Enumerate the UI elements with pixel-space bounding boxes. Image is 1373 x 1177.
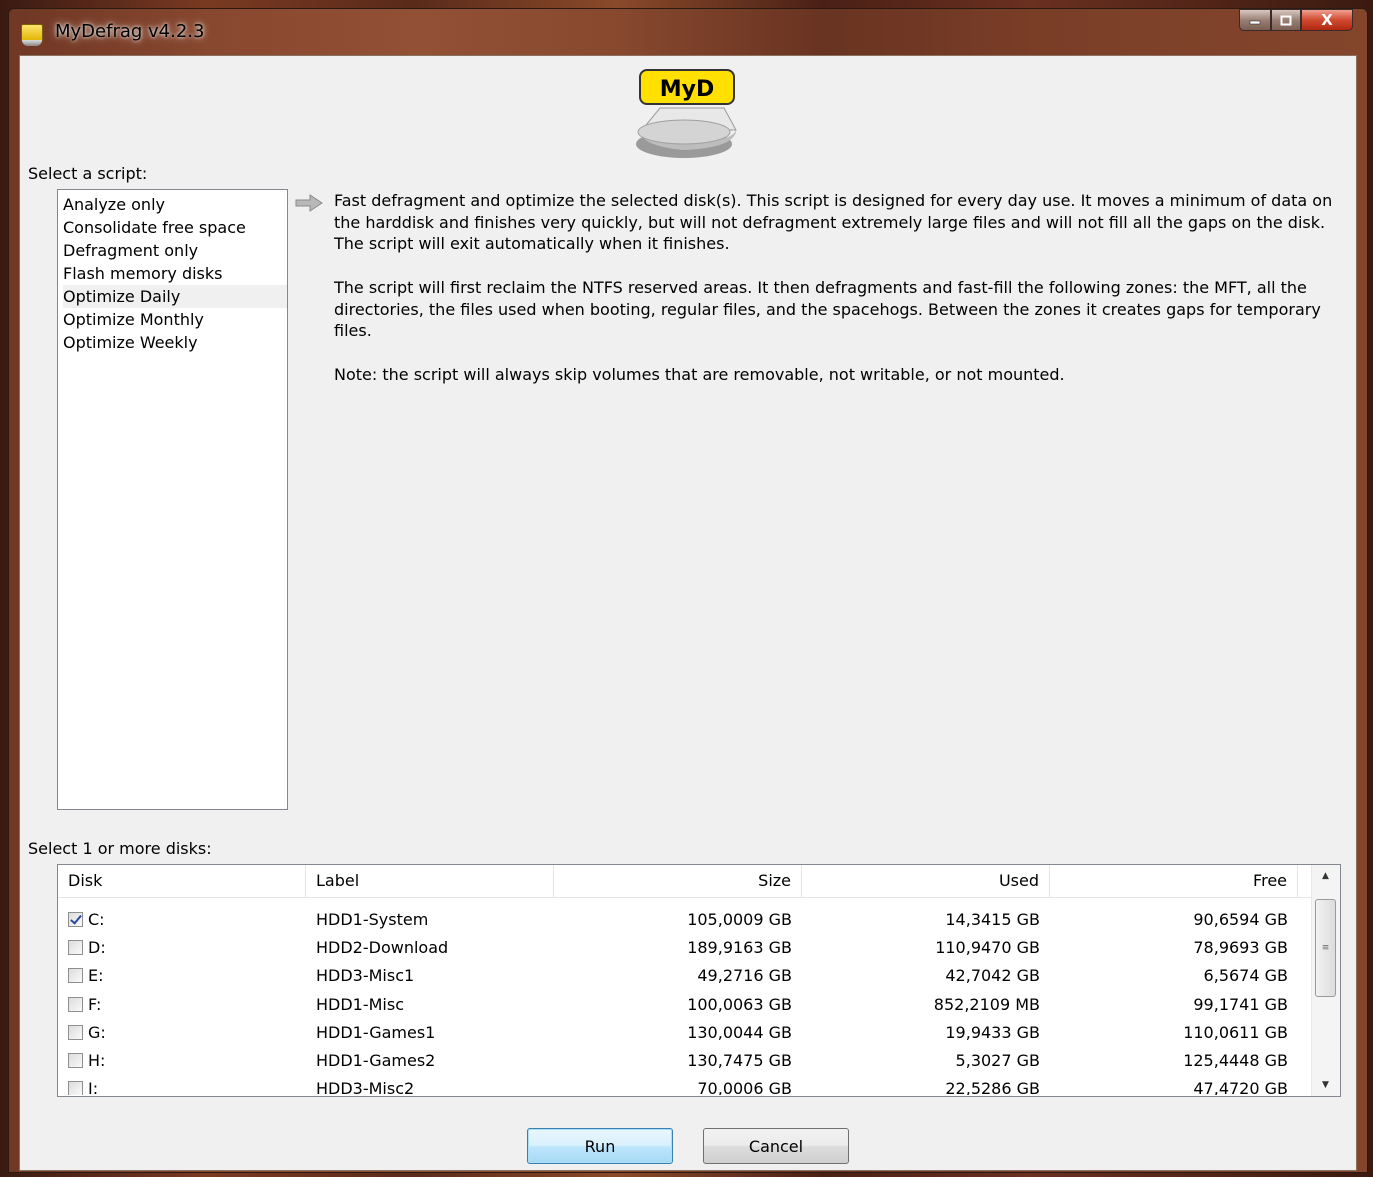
disk-size-cell: 70,0006 GB (697, 1079, 792, 1095)
table-body: C: HDD1-System 105,0009 GB 14,3415 GB 90,659… (58, 905, 1313, 1095)
close-icon: X (1321, 11, 1333, 29)
table-row[interactable]: D: HDD2-Download 189,9163 GB 110,9470 GB 78,… (58, 933, 1313, 961)
script-item-defragment-only[interactable]: Defragment only (63, 239, 287, 262)
column-header-disk[interactable]: Disk (58, 865, 306, 897)
disk-label-cell: HDD1-System (316, 909, 429, 929)
disk-letter: F: (88, 994, 102, 1014)
script-item-flash-memory-disks[interactable]: Flash memory disks (63, 262, 287, 285)
disk-table[interactable]: Disk Label Size Used Free C: HDD1-System 1… (57, 864, 1341, 1097)
disk-checkbox[interactable] (68, 939, 83, 955)
disk-used-cell: 19,9433 GB (945, 1022, 1040, 1042)
arrow-right-icon (295, 194, 323, 212)
disk-letter: H: (88, 1051, 106, 1071)
disk-used-cell: 42,7042 GB (945, 966, 1040, 986)
disk-used-cell: 110,9470 GB (935, 937, 1040, 957)
script-list[interactable]: Analyze only Consolidate free space Defr… (57, 189, 288, 810)
minimize-button[interactable] (1239, 9, 1271, 31)
disk-cell: D: (58, 938, 306, 957)
description-paragraph: Fast defragment and optimize the selecte… (334, 191, 1333, 254)
script-item-consolidate-free-space[interactable]: Consolidate free space (63, 216, 287, 239)
disk-used-cell: 852,2109 MB (933, 994, 1040, 1014)
disk-label-cell: HDD1-Games1 (316, 1022, 436, 1042)
disk-cell: F: (58, 995, 306, 1014)
disk-used-cell: 22,5286 GB (945, 1079, 1040, 1095)
disk-free-cell: 110,0611 GB (1183, 1022, 1288, 1042)
disk-used-cell: 5,3027 GB (955, 1051, 1040, 1071)
script-item-optimize-weekly[interactable]: Optimize Weekly (63, 331, 287, 354)
script-item-optimize-monthly[interactable]: Optimize Monthly (63, 308, 287, 331)
disk-letter: C: (88, 909, 105, 929)
disk-free-cell: 125,4448 GB (1183, 1051, 1288, 1071)
script-item-analyze-only[interactable]: Analyze only (63, 193, 287, 216)
title-bar[interactable]: MyDefrag v4.2.3 X (9, 9, 1367, 55)
disk-cell: G: (58, 1023, 306, 1042)
vertical-scrollbar[interactable]: ▲ ≡ ▼ (1311, 865, 1340, 1096)
disk-free-cell: 90,6594 GB (1193, 909, 1288, 929)
disk-letter: G: (88, 1022, 106, 1042)
description-note: Note: the script will always skip volume… (334, 364, 1065, 384)
scroll-thumb[interactable]: ≡ (1315, 899, 1336, 997)
disk-size-cell: 130,0044 GB (687, 1022, 792, 1042)
column-header-label[interactable]: Label (306, 865, 554, 897)
table-row[interactable]: F: HDD1-Misc 100,0063 GB 852,2109 MB 99,1741… (58, 990, 1313, 1018)
scroll-up-icon[interactable]: ▲ (1312, 865, 1339, 887)
column-header-used[interactable]: Used (802, 865, 1050, 897)
disk-size-cell: 189,9163 GB (687, 937, 792, 957)
disk-letter: I: (88, 1079, 99, 1095)
disk-cell: I: (58, 1079, 306, 1095)
disk-cell: C: (58, 910, 306, 929)
mydefrag-logo: MyD (636, 69, 737, 158)
disk-cell: H: (58, 1051, 306, 1070)
disk-checkbox[interactable] (68, 911, 83, 927)
logo-text: MyD (660, 77, 715, 102)
window-controls: X (1239, 9, 1353, 31)
disk-checkbox[interactable] (68, 1024, 83, 1040)
disk-letter: E: (88, 966, 104, 986)
disk-size-cell: 49,2716 GB (697, 966, 792, 986)
minimize-icon (1249, 20, 1261, 25)
column-header-size[interactable]: Size (554, 865, 802, 897)
script-description: Fast defragment and optimize the selecte… (334, 190, 1344, 407)
close-button[interactable]: X (1301, 9, 1353, 31)
disk-select-label: Select 1 or more disks: (28, 839, 212, 858)
table-row[interactable]: H: HDD1-Games2 130,7475 GB 5,3027 GB 125,444… (58, 1046, 1313, 1074)
disk-size-cell: 105,0009 GB (687, 909, 792, 929)
table-header: Disk Label Size Used Free (58, 865, 1313, 898)
disk-size-cell: 130,7475 GB (687, 1051, 792, 1071)
disk-label-cell: HDD2-Download (316, 937, 449, 957)
run-button[interactable]: Run (527, 1128, 673, 1164)
disk-checkbox[interactable] (68, 1081, 83, 1095)
maximize-icon (1280, 15, 1292, 25)
main-panel: MyD Select a script: Analyze only Consol… (19, 55, 1357, 1171)
disk-letter: D: (88, 937, 106, 957)
table-row[interactable]: E: HDD3-Misc1 49,2716 GB 42,7042 GB 6,5674 G… (58, 962, 1313, 990)
app-window: MyDefrag v4.2.3 X MyD Select a script: A… (8, 8, 1368, 1173)
table-row[interactable]: I: HDD3-Misc2 70,0006 GB 22,5286 GB 47,4720 … (58, 1075, 1313, 1095)
app-icon[interactable] (21, 24, 43, 46)
disk-free-cell: 78,9693 GB (1193, 937, 1288, 957)
disk-used-cell: 14,3415 GB (945, 909, 1040, 929)
disk-checkbox[interactable] (68, 968, 83, 984)
script-select-label: Select a script: (28, 164, 148, 183)
maximize-button[interactable] (1271, 9, 1301, 31)
window-title: MyDefrag v4.2.3 (55, 21, 205, 42)
table-row[interactable]: C: HDD1-System 105,0009 GB 14,3415 GB 90,659… (58, 905, 1313, 933)
script-item-optimize-daily[interactable]: Optimize Daily (63, 285, 287, 308)
table-row[interactable]: G: HDD1-Games1 130,0044 GB 19,9433 GB 110,06… (58, 1018, 1313, 1046)
description-paragraph: The script will first reclaim the NTFS r… (334, 277, 1321, 341)
cancel-button[interactable]: Cancel (703, 1128, 849, 1164)
scroll-down-icon[interactable]: ▼ (1312, 1074, 1339, 1096)
disk-label-cell: HDD3-Misc1 (316, 966, 415, 986)
disk-free-cell: 6,5674 GB (1203, 966, 1288, 986)
disk-checkbox[interactable] (68, 996, 83, 1012)
disk-label-cell: HDD3-Misc2 (316, 1079, 415, 1095)
disk-label-cell: HDD1-Games2 (316, 1051, 436, 1071)
disk-cell: E: (58, 966, 306, 985)
column-header-free[interactable]: Free (1050, 865, 1298, 897)
disk-checkbox[interactable] (68, 1053, 83, 1069)
disk-free-cell: 99,1741 GB (1193, 994, 1288, 1014)
disk-label-cell: HDD1-Misc (316, 994, 405, 1014)
disk-free-cell: 47,4720 GB (1193, 1079, 1288, 1095)
disk-size-cell: 100,0063 GB (687, 994, 792, 1014)
